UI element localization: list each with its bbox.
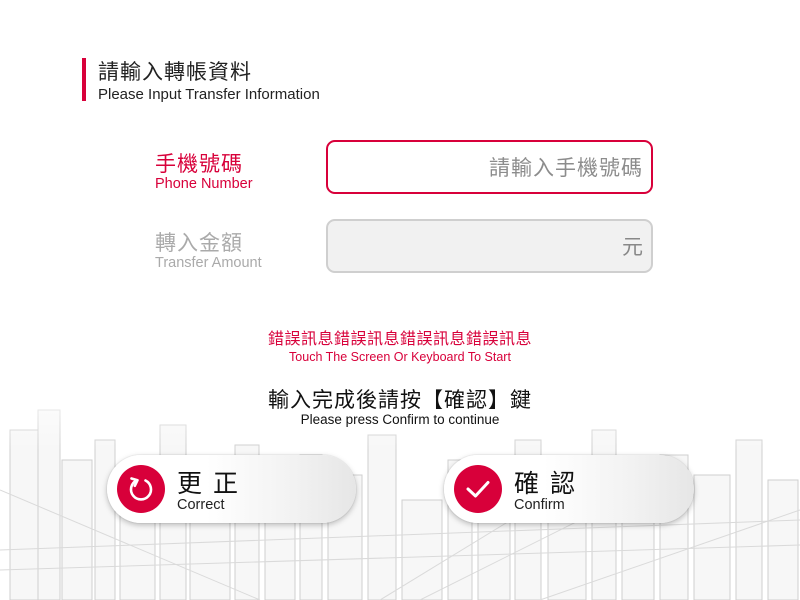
undo-icon — [117, 465, 165, 513]
confirm-label-en: Confirm — [514, 497, 565, 513]
phone-number-input[interactable]: 請輸入手機號碼 — [326, 140, 653, 194]
amount-unit: 元 — [622, 236, 643, 259]
transfer-amount-input: 元 — [326, 219, 653, 273]
amount-label-en: Transfer Amount — [155, 255, 262, 271]
page-title: 請輸入轉帳資料 — [98, 61, 252, 84]
phone-label-zh: 手機號碼 — [155, 153, 243, 176]
correct-button[interactable]: 更 正 Correct — [107, 455, 356, 523]
check-icon — [454, 465, 502, 513]
page-subtitle: Please Input Transfer Information — [98, 86, 320, 103]
confirm-label-zh: 確 認 — [514, 470, 577, 498]
amount-label-zh: 轉入金額 — [155, 232, 243, 255]
error-message-zh: 錯誤訊息錯誤訊息錯誤訊息錯誤訊息 — [267, 331, 532, 348]
confirm-button[interactable]: 確 認 Confirm — [444, 455, 694, 523]
header-accent-bar — [82, 58, 86, 101]
instruction-zh: 輸入完成後請按【確認】鍵 — [268, 389, 532, 412]
error-message-en: Touch The Screen Or Keyboard To Start — [289, 350, 511, 364]
correct-label-en: Correct — [177, 497, 225, 513]
phone-label-en: Phone Number — [155, 176, 253, 192]
phone-number-placeholder: 請輸入手機號碼 — [489, 157, 643, 180]
correct-label-zh: 更 正 — [177, 470, 240, 498]
instruction-en: Please press Confirm to continue — [300, 412, 500, 427]
